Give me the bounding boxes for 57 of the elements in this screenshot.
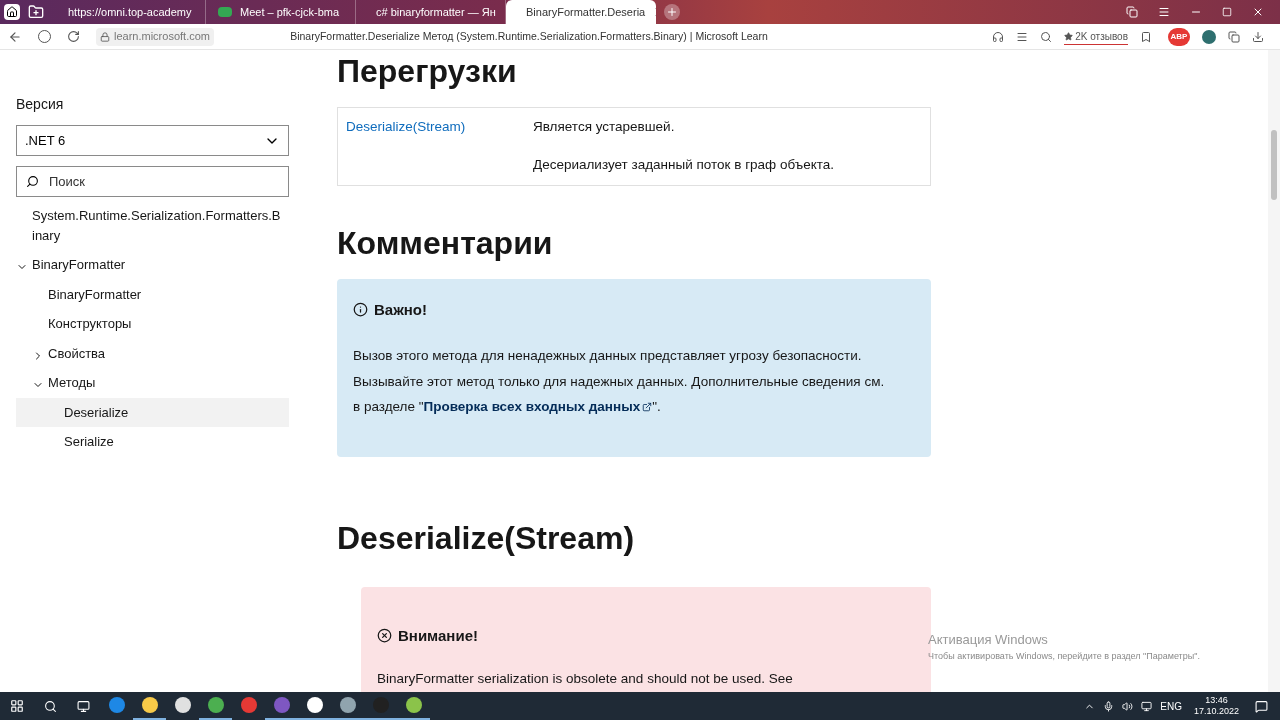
extension-icon[interactable] [1228,30,1240,43]
callout-title: Внимание! [398,625,478,646]
adblock-icon[interactable]: ABP [1168,27,1190,46]
section-heading: Комментарии [337,223,554,262]
error-icon [377,628,392,644]
start-icon[interactable] [10,699,24,713]
doc-link[interactable]: Проверка всех входных данных [423,399,653,414]
tree-item[interactable]: BinaryFormatter [16,250,289,280]
tree-item[interactable]: Методы [16,368,289,398]
lock-icon [100,31,110,42]
bookmark-icon[interactable] [1140,30,1152,43]
search-icon [26,175,39,188]
tabs-icon[interactable] [1126,6,1138,18]
home-icon[interactable] [4,4,20,20]
search-field[interactable]: Поиск [16,166,289,197]
description-text: Является устаревшей. [533,118,676,136]
close-icon[interactable] [1252,6,1264,18]
browser-tab[interactable]: BinaryFormatter.Deseria [506,0,656,24]
tree-item[interactable]: System.Runtime.Serialization.Formatters.Binary [16,201,289,250]
microphone-icon[interactable] [1103,700,1115,712]
callout-text: Вызов этого метода для ненадежных данных представляет угрозу безопасности. Вызывайте этот метод только для надежных данных. Дополнительные сведения см. в разделе "Проверка всех входных данных ". [353,347,886,416]
download-icon[interactable] [1252,30,1264,43]
list-icon[interactable] [1016,30,1029,43]
tree-item[interactable]: Deserialize [16,397,289,427]
version-select[interactable]: .NET 6 [16,125,289,156]
tree-item[interactable]: Serialize [16,427,289,457]
reload-icon[interactable] [67,30,80,43]
section-heading: Перегрузки [337,52,518,90]
section-heading: Deserialize(Stream) [337,518,636,557]
tree-item[interactable]: Свойства [16,338,289,368]
folder-plus-icon[interactable] [28,4,44,20]
activation-text: Чтобы активировать Windows, перейдите в раздел "Параметры". [928,649,1200,663]
url-field[interactable]: learn.microsoft.com [96,27,214,46]
task-view-icon[interactable] [77,699,90,713]
description-text: Десериализует заданный поток в граф объекта. [533,156,835,175]
external-link-icon [642,402,653,413]
maximize-icon[interactable] [1222,7,1232,17]
method-link[interactable]: Deserialize(Stream) [338,117,533,176]
new-tab-icon[interactable] [664,4,680,20]
activation-title: Активация Windows [928,631,1049,649]
headphones-icon[interactable] [992,30,1005,43]
reviews-badge[interactable]: 2K отзывов [1064,28,1128,45]
callout-title: Важно! [374,299,428,320]
tree-item[interactable]: Конструкторы [16,309,289,339]
page-title: BinaryFormatter.Deserialize Метод (System.Runtime.Serialization.Formatters.Binary) | Microsoft Learn [289,28,769,44]
version-label: Версия [16,95,65,114]
language-indicator[interactable]: ENG [1160,698,1182,714]
tree-item[interactable]: BinaryFormatter [16,279,289,309]
search-icon[interactable] [44,699,57,713]
callout-text: BinaryFormatter serialization is obsolete and should not be used. See [377,670,794,688]
back-icon[interactable] [8,29,22,44]
info-icon [353,302,368,318]
clock[interactable]: 13:46 17.10.2022 [1193,695,1239,717]
menu-icon[interactable] [1158,6,1170,18]
network-icon[interactable] [1141,700,1153,712]
notifications-icon[interactable] [1255,699,1268,713]
volume-icon[interactable] [1122,700,1134,712]
